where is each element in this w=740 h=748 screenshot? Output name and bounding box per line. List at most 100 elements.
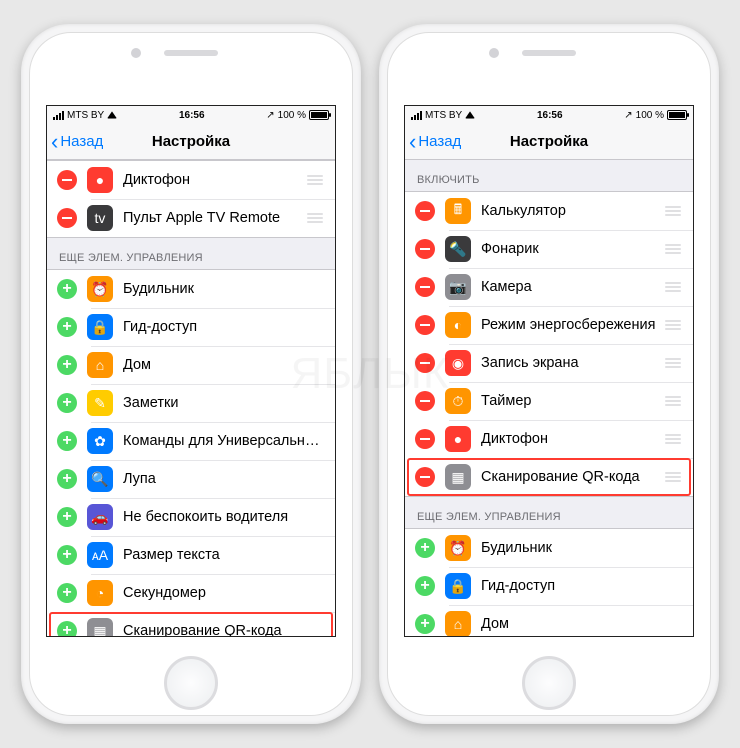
app-icon: tv [87, 205, 113, 231]
app-icon: ◉ [445, 350, 471, 376]
drag-handle-icon[interactable] [663, 282, 683, 292]
list-row[interactable]: +⌂Дом [47, 346, 335, 384]
list-row[interactable]: ◐Режим энергосбережения [405, 306, 693, 344]
add-button[interactable]: + [57, 507, 77, 527]
row-label: Фонарик [481, 241, 663, 257]
add-button[interactable]: + [415, 538, 435, 558]
section-header: ЕЩЕ ЭЛЕМ. УПРАВЛЕНИЯ [47, 238, 335, 269]
row-label: Таймер [481, 393, 663, 409]
add-button[interactable]: + [57, 545, 77, 565]
status-bar: MTS BY 16:56 ↗100 % [405, 106, 693, 124]
list-row[interactable]: tv Пульт Apple TV Remote [47, 199, 335, 237]
section-header: ВКЛЮЧИТЬ [405, 160, 693, 191]
list-row[interactable]: 🔦 Фонарик [405, 230, 693, 268]
add-button[interactable]: + [57, 279, 77, 299]
add-button[interactable]: + [57, 393, 77, 413]
app-icon: ● [445, 426, 471, 452]
list-row[interactable]: +ᴀAРазмер текста [47, 536, 335, 574]
table-group: +⏰Будильник+🔒Гид-доступ+⌂Дом+✎Заметки+✿К… [47, 269, 335, 636]
remove-button[interactable] [415, 277, 435, 297]
table-group: +⏰Будильник+🔒Гид-доступ+⌂Дом+✎Заметки+✿К… [405, 528, 693, 636]
app-icon: ▦ [87, 618, 113, 636]
battery-icon [667, 110, 687, 120]
list-row[interactable]: ●Диктофон [47, 161, 335, 199]
remove-button[interactable] [415, 315, 435, 335]
list-row[interactable]: 📷Камера [405, 268, 693, 306]
list-row[interactable]: +🔒Гид-доступ [47, 308, 335, 346]
row-label: Запись экрана [481, 355, 663, 371]
drag-handle-icon[interactable] [663, 320, 683, 330]
nav-bar: ‹Назад Настройка [47, 124, 335, 160]
remove-button[interactable] [57, 170, 77, 190]
status-time: 16:56 [179, 110, 205, 121]
status-time: 16:56 [537, 110, 563, 121]
row-label: Диктофон [481, 431, 663, 447]
drag-handle-icon[interactable] [663, 244, 683, 254]
add-button[interactable]: + [415, 614, 435, 634]
app-icon: ✎ [87, 390, 113, 416]
app-icon: 🚗 [87, 504, 113, 530]
remove-button[interactable] [415, 391, 435, 411]
back-button[interactable]: ‹Назад [47, 131, 103, 153]
list-row[interactable]: ▦Сканирование QR-кода [405, 458, 693, 496]
row-label: Калькулятор [481, 203, 663, 219]
drag-handle-icon[interactable] [305, 213, 325, 223]
row-label: Будильник [481, 540, 683, 556]
app-icon: ● [87, 167, 113, 193]
row-label: Сканирование QR-кода [123, 623, 325, 636]
row-label: Гид-доступ [481, 578, 683, 594]
home-button[interactable] [522, 656, 576, 710]
app-icon: ᴀA [87, 542, 113, 568]
list-row[interactable]: ⏱ Таймер [405, 382, 693, 420]
app-icon: 📷 [445, 274, 471, 300]
list-row[interactable]: +◔Секундомер [47, 574, 335, 612]
remove-button[interactable] [415, 429, 435, 449]
drag-handle-icon[interactable] [663, 472, 683, 482]
list-row[interactable]: +✿Команды для Универсального дост… [47, 422, 335, 460]
chevron-left-icon: ‹ [51, 131, 58, 153]
row-label: Заметки [123, 395, 325, 411]
app-icon: ◔ [87, 580, 113, 606]
remove-button[interactable] [415, 353, 435, 373]
drag-handle-icon[interactable] [663, 434, 683, 444]
list-row[interactable]: + ✎ Заметки [47, 384, 335, 422]
drag-handle-icon[interactable] [663, 358, 683, 368]
remove-button[interactable] [415, 467, 435, 487]
remove-button[interactable] [415, 239, 435, 259]
add-button[interactable]: + [57, 317, 77, 337]
app-icon: ⏰ [87, 276, 113, 302]
row-label: Режим энергосбережения [481, 317, 663, 333]
drag-handle-icon[interactable] [305, 175, 325, 185]
drag-handle-icon[interactable] [663, 206, 683, 216]
list-row[interactable]: +⏰Будильник [405, 529, 693, 567]
list-row[interactable]: +🚗Не беспокоить водителя [47, 498, 335, 536]
drag-handle-icon[interactable] [663, 396, 683, 406]
add-button[interactable]: + [57, 431, 77, 451]
add-button[interactable]: + [57, 469, 77, 489]
back-button[interactable]: ‹Назад [405, 131, 461, 153]
add-button[interactable]: + [57, 583, 77, 603]
list-row[interactable]: ● Диктофон [405, 420, 693, 458]
list-row[interactable]: ◉ Запись экрана [405, 344, 693, 382]
nav-bar: ‹Назад Настройка [405, 124, 693, 160]
list-row[interactable]: +🔍Лупа [47, 460, 335, 498]
list-row[interactable]: 🖩Калькулятор [405, 192, 693, 230]
add-button[interactable]: + [415, 576, 435, 596]
app-icon: 🔦 [445, 236, 471, 262]
add-button[interactable]: + [57, 355, 77, 375]
table-group: ●Диктофон tv Пульт Apple TV Remote [47, 160, 335, 238]
chevron-left-icon: ‹ [409, 131, 416, 153]
signal-icon [411, 111, 422, 120]
row-label: Команды для Универсального дост… [123, 433, 325, 449]
remove-button[interactable] [57, 208, 77, 228]
battery-icon [309, 110, 329, 120]
row-label: Пульт Apple TV Remote [123, 210, 305, 226]
list-row[interactable]: +⏰Будильник [47, 270, 335, 308]
list-row[interactable]: + ▦ Сканирование QR-кода [47, 612, 335, 636]
add-button[interactable]: + [57, 621, 77, 636]
remove-button[interactable] [415, 201, 435, 221]
app-icon: ⏱ [445, 388, 471, 414]
list-row[interactable]: +⌂Дом [405, 605, 693, 636]
list-row[interactable]: +🔒Гид-доступ [405, 567, 693, 605]
home-button[interactable] [164, 656, 218, 710]
